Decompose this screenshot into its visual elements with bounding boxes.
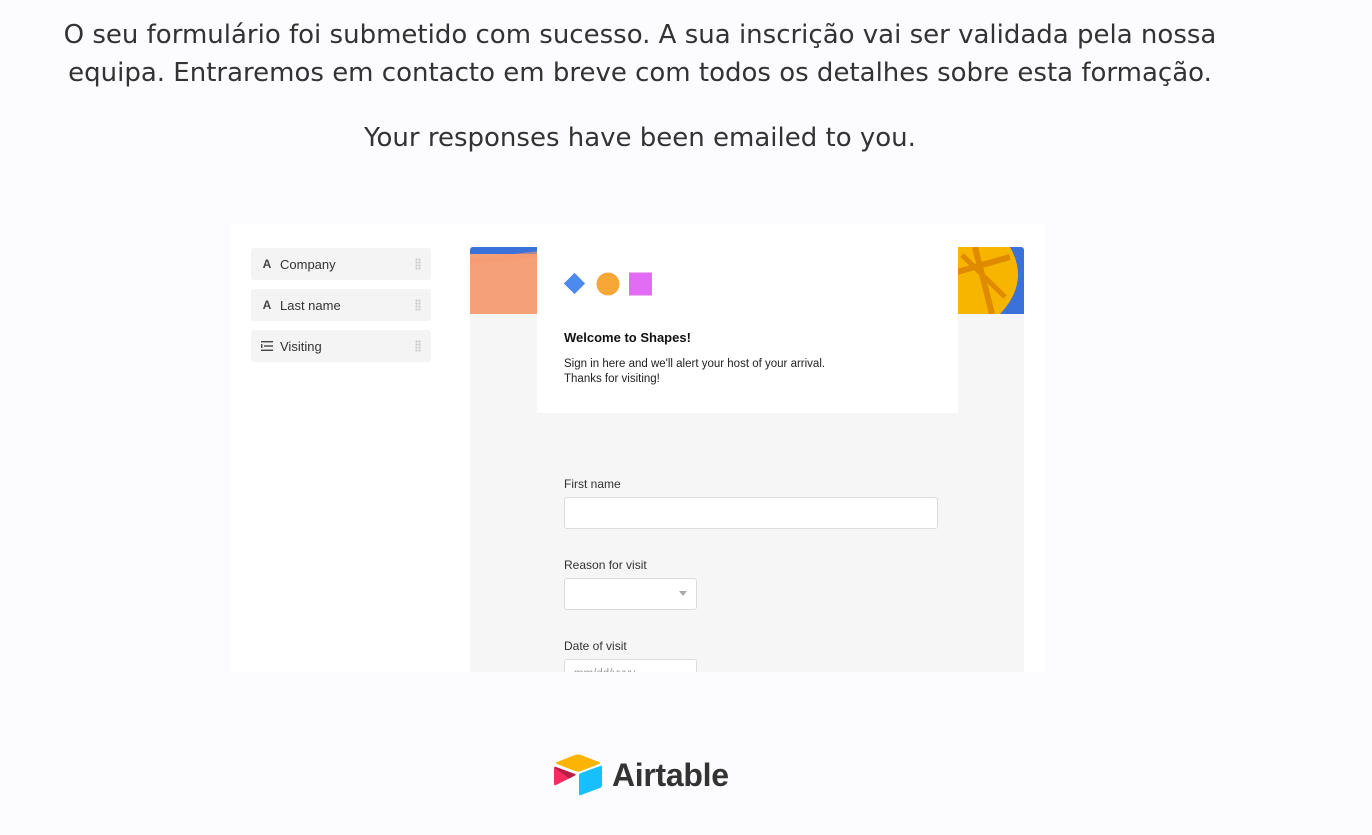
airtable-wordmark: Airtable [612,756,729,793]
field-label: Company [280,256,336,272]
drag-handle-icon [415,299,421,311]
linked-field-icon [261,341,273,351]
form-description-line: Thanks for visiting! [564,373,660,385]
form-preview-image: A Company A Last name Visiting Welcome t… [231,224,1045,672]
drag-handle-icon [415,258,421,270]
chevron-down-icon [679,591,687,596]
field-label: Last name [280,297,341,313]
reason-for-visit-label: Reason for visit [564,558,647,572]
field-item-company: A Company [251,248,431,280]
form-description: Sign in here and we'll alert your host o… [564,357,825,387]
form-description-line: Sign in here and we'll alert your host o… [564,358,826,370]
text-field-icon: A [262,298,272,312]
confirmation-line-1: O seu formulário foi submetido com suces… [63,20,1217,50]
emailed-message: Your responses have been emailed to you. [364,123,916,153]
shapes-logo [563,272,664,300]
field-item-visiting: Visiting [251,330,431,362]
field-list: A Company A Last name Visiting [251,248,431,371]
airtable-logo-icon [554,754,602,796]
drag-handle-icon [415,340,421,352]
confirmation-message-pt: O seu formulário foi submetido com suces… [40,16,1240,92]
form-header-card: Welcome to Shapes! Sign in here and we'l… [537,247,958,413]
text-field-icon: A [262,257,272,271]
field-item-last-name: A Last name [251,289,431,321]
reason-for-visit-select [564,578,697,610]
form-title: Welcome to Shapes! [564,330,691,345]
form-area: Welcome to Shapes! Sign in here and we'l… [470,247,1024,672]
field-label: Visiting [280,338,322,354]
confirmation-line-2: equipa. Entraremos em contacto em breve … [68,58,1212,88]
first-name-input [564,497,938,529]
date-of-visit-input: mm/dd/yyyy [564,659,697,672]
date-of-visit-label: Date of visit [564,639,627,653]
airtable-logo[interactable]: Airtable [554,754,729,796]
first-name-label: First name [564,477,621,491]
